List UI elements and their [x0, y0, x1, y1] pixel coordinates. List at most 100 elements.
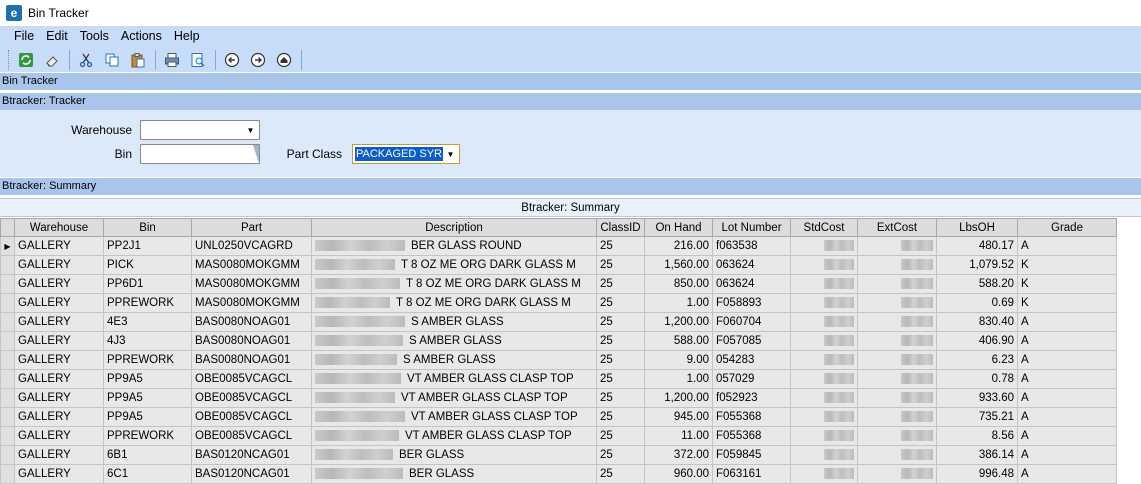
- description-cell[interactable]: T 8 OZ ME ORG DARK GLASS M: [311, 293, 597, 313]
- lbsoh-cell[interactable]: 0.78: [936, 369, 1018, 389]
- grade-cell[interactable]: A: [1017, 464, 1117, 484]
- grade-cell[interactable]: A: [1017, 445, 1117, 465]
- onhand-cell[interactable]: 11.00: [644, 426, 713, 446]
- menu-edit[interactable]: Edit: [40, 28, 74, 46]
- lot-number-cell[interactable]: F057085: [712, 331, 791, 351]
- grade-cell[interactable]: A: [1017, 236, 1117, 256]
- column-header[interactable]: Lot Number: [712, 218, 791, 237]
- column-header[interactable]: Grade: [1017, 218, 1117, 237]
- classid-cell[interactable]: 25: [596, 293, 645, 313]
- table-row[interactable]: GALLERY 6C1 BAS0120NCAG01 BER GLASS 25 960.00…: [0, 464, 1117, 484]
- description-cell[interactable]: VT AMBER GLASS CLASP TOP: [311, 407, 597, 427]
- lot-number-cell[interactable]: 063624: [712, 255, 791, 275]
- row-selector[interactable]: [0, 331, 15, 351]
- extcost-cell[interactable]: [857, 236, 937, 256]
- lot-number-cell[interactable]: f063538: [712, 236, 791, 256]
- onhand-cell[interactable]: 1.00: [644, 293, 713, 313]
- description-cell[interactable]: T 8 OZ ME ORG DARK GLASS M: [311, 255, 597, 275]
- lbsoh-cell[interactable]: 933.60: [936, 388, 1018, 408]
- onhand-cell[interactable]: 850.00: [644, 274, 713, 294]
- part-cell[interactable]: BAS0080NOAG01: [191, 350, 312, 370]
- onhand-cell[interactable]: 9.00: [644, 350, 713, 370]
- row-selector[interactable]: [0, 464, 15, 484]
- lot-number-cell[interactable]: 057029: [712, 369, 791, 389]
- lot-number-cell[interactable]: F063161: [712, 464, 791, 484]
- row-selector[interactable]: [0, 312, 15, 332]
- part-class-combo[interactable]: PACKAGED SYR ▼: [352, 144, 460, 164]
- stdcost-cell[interactable]: [790, 331, 858, 351]
- lot-number-cell[interactable]: F055368: [712, 407, 791, 427]
- bin-cell[interactable]: PPREWORK: [103, 350, 192, 370]
- extcost-cell[interactable]: [857, 464, 937, 484]
- column-header[interactable]: Description: [311, 218, 597, 237]
- stdcost-cell[interactable]: [790, 274, 858, 294]
- column-header[interactable]: ClassID: [596, 218, 645, 237]
- grade-cell[interactable]: A: [1017, 369, 1117, 389]
- description-cell[interactable]: BER GLASS: [311, 464, 597, 484]
- bin-cell[interactable]: PICK: [103, 255, 192, 275]
- classid-cell[interactable]: 25: [596, 255, 645, 275]
- bin-cell[interactable]: PPREWORK: [103, 293, 192, 313]
- extcost-cell[interactable]: [857, 312, 937, 332]
- column-header[interactable]: LbsOH: [936, 218, 1018, 237]
- description-cell[interactable]: BER GLASS: [311, 445, 597, 465]
- bin-cell[interactable]: 6C1: [103, 464, 192, 484]
- print-preview-button[interactable]: [187, 49, 209, 71]
- bin-cell[interactable]: 4E3: [103, 312, 192, 332]
- bin-cell[interactable]: PP9A5: [103, 369, 192, 389]
- lbsoh-cell[interactable]: 0.69: [936, 293, 1018, 313]
- grade-cell[interactable]: K: [1017, 255, 1117, 275]
- part-cell[interactable]: OBE0085VCAGCL: [191, 426, 312, 446]
- warehouse-cell[interactable]: GALLERY: [14, 236, 104, 256]
- copy-button[interactable]: [101, 49, 123, 71]
- menu-help[interactable]: Help: [168, 28, 206, 46]
- lot-number-cell[interactable]: F055368: [712, 426, 791, 446]
- stdcost-cell[interactable]: [790, 388, 858, 408]
- grade-cell[interactable]: K: [1017, 274, 1117, 294]
- print-button[interactable]: [161, 49, 183, 71]
- bin-cell[interactable]: PPREWORK: [103, 426, 192, 446]
- onhand-cell[interactable]: 1,200.00: [644, 388, 713, 408]
- column-header[interactable]: On Hand: [644, 218, 713, 237]
- menu-file[interactable]: File: [8, 28, 40, 46]
- stdcost-cell[interactable]: [790, 236, 858, 256]
- extcost-cell[interactable]: [857, 445, 937, 465]
- lot-number-cell[interactable]: F058893: [712, 293, 791, 313]
- bin-cell[interactable]: PP6D1: [103, 274, 192, 294]
- lbsoh-cell[interactable]: 6.23: [936, 350, 1018, 370]
- bin-cell[interactable]: PP2J1: [103, 236, 192, 256]
- cut-button[interactable]: [75, 49, 97, 71]
- back-button[interactable]: [221, 49, 243, 71]
- lot-number-cell[interactable]: f052923: [712, 388, 791, 408]
- part-cell[interactable]: BAS0120NCAG01: [191, 445, 312, 465]
- onhand-cell[interactable]: 1,200.00: [644, 312, 713, 332]
- column-header[interactable]: Bin: [103, 218, 192, 237]
- grade-cell[interactable]: A: [1017, 407, 1117, 427]
- home-button[interactable]: [273, 49, 295, 71]
- warehouse-cell[interactable]: GALLERY: [14, 407, 104, 427]
- lot-number-cell[interactable]: 054283: [712, 350, 791, 370]
- classid-cell[interactable]: 25: [596, 426, 645, 446]
- grade-cell[interactable]: A: [1017, 331, 1117, 351]
- extcost-cell[interactable]: [857, 388, 937, 408]
- classid-cell[interactable]: 25: [596, 350, 645, 370]
- onhand-cell[interactable]: 945.00: [644, 407, 713, 427]
- stdcost-cell[interactable]: [790, 293, 858, 313]
- part-cell[interactable]: BAS0080NOAG01: [191, 312, 312, 332]
- table-row[interactable]: GALLERY PPREWORK BAS0080NOAG01 S AMBER GLAS…: [0, 350, 1117, 370]
- description-cell[interactable]: T 8 OZ ME ORG DARK GLASS M: [311, 274, 597, 294]
- lbsoh-cell[interactable]: 830.40: [936, 312, 1018, 332]
- extcost-cell[interactable]: [857, 274, 937, 294]
- lbsoh-cell[interactable]: 735.21: [936, 407, 1018, 427]
- warehouse-combo[interactable]: ▼: [140, 120, 260, 140]
- grade-cell[interactable]: K: [1017, 293, 1117, 313]
- lot-number-cell[interactable]: F059845: [712, 445, 791, 465]
- stdcost-cell[interactable]: [790, 350, 858, 370]
- bin-cell[interactable]: 4J3: [103, 331, 192, 351]
- warehouse-cell[interactable]: GALLERY: [14, 331, 104, 351]
- table-row[interactable]: GALLERY 4E3 BAS0080NOAG01 S AMBER GLASS 25 1,…: [0, 312, 1117, 332]
- warehouse-cell[interactable]: GALLERY: [14, 369, 104, 389]
- column-header[interactable]: ExtCost: [857, 218, 937, 237]
- table-row[interactable]: GALLERY PP9A5 OBE0085VCAGCL VT AMBER GLASS …: [0, 369, 1117, 389]
- refresh-button[interactable]: [15, 49, 37, 71]
